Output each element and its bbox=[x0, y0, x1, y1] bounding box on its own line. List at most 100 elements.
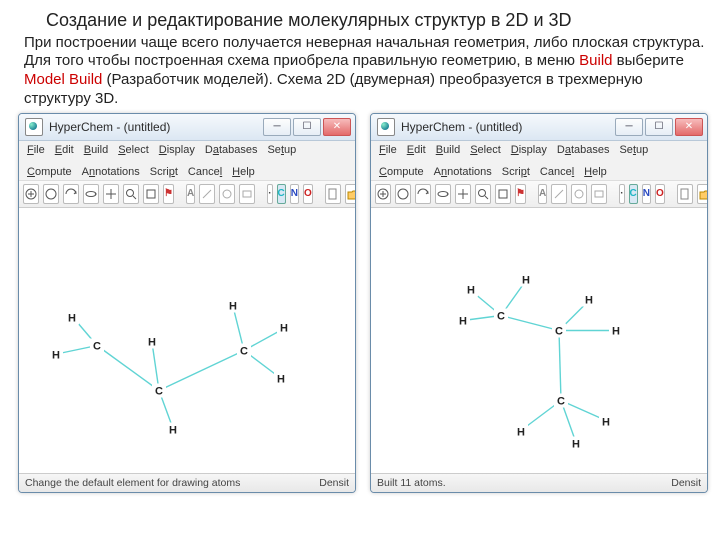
titlebar[interactable]: HyperChem - (untitled) ─ ☐ ✕ bbox=[19, 114, 355, 141]
menu-build[interactable]: Build bbox=[84, 144, 108, 156]
menu-build[interactable]: Build bbox=[436, 144, 460, 156]
svg-text:H: H bbox=[585, 294, 593, 306]
menu-file[interactable]: File bbox=[379, 144, 397, 156]
toolbar: ⚑ A · C N O bbox=[19, 181, 355, 208]
svg-text:H: H bbox=[169, 424, 177, 436]
molecule-canvas-3d[interactable]: H H H C C H H C H H H bbox=[371, 208, 707, 473]
maximize-button[interactable]: ☐ bbox=[645, 118, 673, 136]
svg-text:C: C bbox=[155, 385, 163, 397]
svg-text:C: C bbox=[555, 325, 563, 337]
new-file-icon[interactable] bbox=[677, 184, 693, 204]
toolbar: ⚑ A · C N O bbox=[371, 181, 707, 208]
menu-cancel[interactable]: Cancel bbox=[188, 166, 222, 178]
molecule-2d-svg: H H C H C H H C H H bbox=[19, 208, 355, 473]
element-o-button[interactable]: O bbox=[303, 184, 313, 204]
menu-edit[interactable]: Edit bbox=[55, 144, 74, 156]
statusbar: Change the default element for drawing a… bbox=[19, 473, 355, 492]
element-c-button[interactable]: C bbox=[629, 184, 638, 204]
circle-tool-icon[interactable] bbox=[219, 184, 235, 204]
menu-script[interactable]: Script bbox=[150, 166, 178, 178]
app-logo-icon bbox=[377, 118, 395, 136]
svg-text:H: H bbox=[612, 325, 620, 337]
close-button[interactable]: ✕ bbox=[323, 118, 351, 136]
rotate-z-icon[interactable] bbox=[435, 184, 451, 204]
rect-tool-icon[interactable] bbox=[239, 184, 255, 204]
menu-databases[interactable]: Databases bbox=[557, 144, 610, 156]
close-button[interactable]: ✕ bbox=[675, 118, 703, 136]
menu-display[interactable]: Display bbox=[511, 144, 547, 156]
menubar: File Edit Build Select Display Databases… bbox=[371, 141, 707, 181]
translate-tool-icon[interactable] bbox=[103, 184, 119, 204]
circle-tool-icon[interactable] bbox=[571, 184, 587, 204]
svg-text:H: H bbox=[459, 315, 467, 327]
clip-tool-icon[interactable] bbox=[495, 184, 511, 204]
menu-compute[interactable]: Compute bbox=[27, 166, 72, 178]
menu-select[interactable]: Select bbox=[118, 144, 149, 156]
translate-tool-icon[interactable] bbox=[455, 184, 471, 204]
flag-tool-icon[interactable]: ⚑ bbox=[163, 184, 174, 204]
open-file-icon[interactable] bbox=[345, 184, 356, 204]
status-text: Built 11 atoms. bbox=[377, 477, 446, 489]
menu-file[interactable]: File bbox=[27, 144, 45, 156]
menu-help[interactable]: Help bbox=[232, 166, 255, 178]
minimize-button[interactable]: ─ bbox=[263, 118, 291, 136]
menu-select[interactable]: Select bbox=[470, 144, 501, 156]
menubar: File Edit Build Select Display Databases… bbox=[19, 141, 355, 181]
rotate-xy-icon[interactable] bbox=[63, 184, 79, 204]
menu-compute[interactable]: Compute bbox=[379, 166, 424, 178]
menu-help[interactable]: Help bbox=[584, 166, 607, 178]
element-c-button[interactable]: C bbox=[277, 184, 286, 204]
status-right: Densit bbox=[319, 477, 349, 489]
menu-edit[interactable]: Edit bbox=[407, 144, 426, 156]
text-tool-icon[interactable]: A bbox=[538, 184, 547, 204]
page-title: Создание и редактирование молекулярных с… bbox=[0, 0, 720, 32]
element-h-button[interactable]: · bbox=[619, 184, 624, 204]
element-n-button[interactable]: N bbox=[642, 184, 651, 204]
menu-setup[interactable]: Setup bbox=[619, 144, 648, 156]
flag-tool-icon[interactable]: ⚑ bbox=[515, 184, 526, 204]
select-tool-icon[interactable] bbox=[395, 184, 411, 204]
select-tool-icon[interactable] bbox=[43, 184, 59, 204]
new-file-icon[interactable] bbox=[325, 184, 341, 204]
menu-script[interactable]: Script bbox=[502, 166, 530, 178]
menu-annotations[interactable]: Annotations bbox=[82, 166, 140, 178]
menu-setup[interactable]: Setup bbox=[267, 144, 296, 156]
element-n-button[interactable]: N bbox=[290, 184, 299, 204]
menu-display[interactable]: Display bbox=[159, 144, 195, 156]
window-title: HyperChem - (untitled) bbox=[401, 120, 522, 134]
clip-tool-icon[interactable] bbox=[143, 184, 159, 204]
description-paragraph: При построении чаще всего получается нев… bbox=[0, 32, 720, 109]
element-h-button[interactable]: · bbox=[267, 184, 272, 204]
minimize-button[interactable]: ─ bbox=[615, 118, 643, 136]
svg-text:H: H bbox=[277, 373, 285, 385]
app-window-right: HyperChem - (untitled) ─ ☐ ✕ File Edit B… bbox=[370, 113, 708, 493]
svg-text:H: H bbox=[52, 349, 60, 361]
menu-cancel[interactable]: Cancel bbox=[540, 166, 574, 178]
rect-tool-icon[interactable] bbox=[591, 184, 607, 204]
svg-text:H: H bbox=[148, 336, 156, 348]
zoom-tool-icon[interactable] bbox=[123, 184, 139, 204]
window-title: HyperChem - (untitled) bbox=[49, 120, 170, 134]
svg-text:H: H bbox=[229, 300, 237, 312]
app-logo-icon bbox=[25, 118, 43, 136]
titlebar[interactable]: HyperChem - (untitled) ─ ☐ ✕ bbox=[371, 114, 707, 141]
open-file-icon[interactable] bbox=[697, 184, 708, 204]
menu-build-ref: Build bbox=[579, 52, 612, 69]
rotate-xy-icon[interactable] bbox=[415, 184, 431, 204]
line-tool-icon[interactable] bbox=[199, 184, 215, 204]
text-tool-icon[interactable]: A bbox=[186, 184, 195, 204]
menu-annotations[interactable]: Annotations bbox=[434, 166, 492, 178]
draw-tool-icon[interactable] bbox=[23, 184, 39, 204]
zoom-tool-icon[interactable] bbox=[475, 184, 491, 204]
line-tool-icon[interactable] bbox=[551, 184, 567, 204]
svg-text:H: H bbox=[522, 274, 530, 286]
element-o-button[interactable]: O bbox=[655, 184, 665, 204]
draw-tool-icon[interactable] bbox=[375, 184, 391, 204]
menu-databases[interactable]: Databases bbox=[205, 144, 258, 156]
svg-text:C: C bbox=[240, 345, 248, 357]
molecule-canvas-2d[interactable]: H H C H C H H C H H bbox=[19, 208, 355, 473]
rotate-z-icon[interactable] bbox=[83, 184, 99, 204]
para-text-3: (Разработчик моделей). Схема 2D (двумерн… bbox=[24, 71, 643, 107]
maximize-button[interactable]: ☐ bbox=[293, 118, 321, 136]
status-text: Change the default element for drawing a… bbox=[25, 477, 240, 489]
